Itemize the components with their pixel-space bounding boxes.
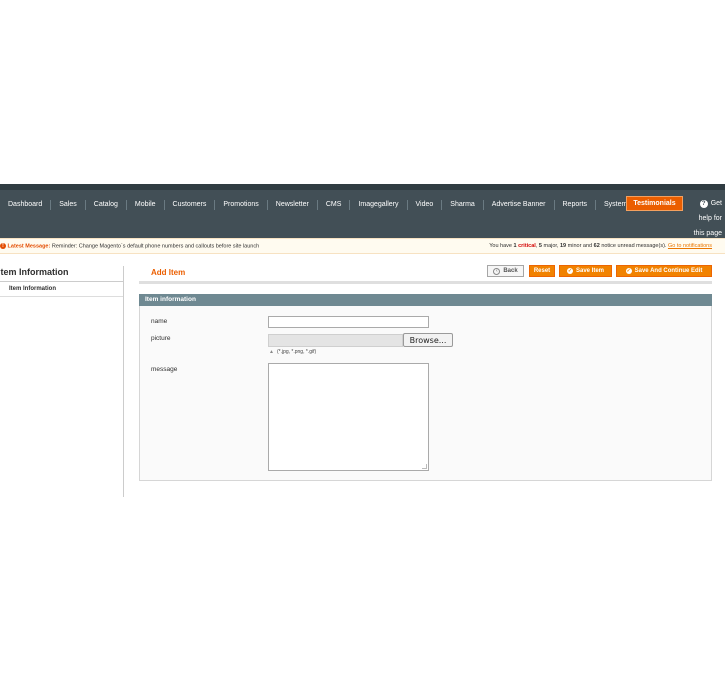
- picture-note-text: (*.jpg, *.png, *.gif): [276, 349, 317, 355]
- name-input[interactable]: [268, 316, 429, 328]
- tab-item-information[interactable]: Item Information: [9, 286, 56, 292]
- picture-label: picture: [151, 335, 171, 342]
- back-button[interactable]: ‹ Back: [487, 265, 524, 277]
- page-title: Add Item: [151, 268, 186, 277]
- message-label: message: [151, 366, 178, 373]
- header-divider: [139, 281, 712, 284]
- nav-item-cms[interactable]: CMS: [318, 200, 351, 210]
- nav-item-catalog[interactable]: Catalog: [86, 200, 127, 210]
- back-arrow-icon: ‹: [493, 267, 501, 275]
- nav-menu: Dashboard Sales Catalog Mobile Customers…: [0, 198, 635, 212]
- back-label: Back: [503, 268, 518, 274]
- sidebar-border: [123, 266, 124, 497]
- resize-grip-icon[interactable]: [422, 464, 427, 469]
- major-label: major,: [543, 243, 559, 249]
- sidebar-divider: [0, 281, 124, 282]
- name-label: name: [151, 318, 168, 325]
- nav-item-newsletter[interactable]: Newsletter: [268, 200, 318, 210]
- notification-prefix: You have: [489, 243, 512, 249]
- browse-button[interactable]: Browse...: [403, 333, 453, 347]
- save-and-continue-label: Save And Continue Edit: [634, 268, 703, 274]
- minor-label: minor and: [567, 243, 593, 249]
- nav-item-reports[interactable]: Reports: [555, 200, 597, 210]
- sidebar-title: Item Information: [0, 267, 69, 277]
- nav-item-sharma[interactable]: Sharma: [442, 200, 484, 210]
- nav-item-testimonials[interactable]: Testimonials: [626, 196, 683, 211]
- message-bar: ! Latest Message: Reminder: Change Magen…: [0, 238, 725, 254]
- caret-up-icon: ▲: [269, 349, 274, 355]
- help-icon: ?: [699, 200, 708, 208]
- warning-icon: !: [0, 243, 6, 249]
- minor-count: 19: [560, 243, 567, 249]
- message-textarea[interactable]: [268, 363, 429, 471]
- latest-message-text: Reminder: Change Magento`s default phone…: [51, 243, 260, 250]
- nav-item-dashboard[interactable]: Dashboard: [0, 200, 52, 210]
- save-and-continue-button[interactable]: ✓ Save And Continue Edit: [616, 265, 712, 277]
- nav-item-imagegallery[interactable]: Imagegallery: [350, 200, 408, 210]
- latest-message-label: Latest Message:: [7, 243, 51, 250]
- save-item-button[interactable]: ✓ Save Item: [559, 265, 612, 277]
- reset-button[interactable]: Reset: [529, 265, 555, 277]
- help-link[interactable]: ? Get help for this page: [686, 196, 722, 241]
- major-count: 5: [538, 243, 542, 249]
- critical-label: critical: [518, 243, 536, 249]
- sidebar-tab-divider: [0, 296, 124, 297]
- nav-item-advertise-banner[interactable]: Advertise Banner: [484, 200, 555, 210]
- go-to-notifications-link[interactable]: Go to notifications: [668, 243, 712, 249]
- check-icon: ✓: [566, 268, 573, 274]
- notification-summary: You have 1 critical, 5 major, 19 minor a…: [489, 243, 712, 249]
- notice-count: 62: [593, 243, 600, 249]
- critical-count: 1: [513, 243, 517, 249]
- picture-file-field[interactable]: [268, 334, 403, 347]
- latest-message: ! Latest Message: Reminder: Change Magen…: [0, 243, 259, 249]
- fieldset-legend: Item information: [139, 294, 712, 306]
- nav-item-customers[interactable]: Customers: [165, 200, 216, 210]
- save-item-label: Save Item: [575, 268, 605, 274]
- nav-item-mobile[interactable]: Mobile: [127, 200, 165, 210]
- nav-item-video[interactable]: Video: [408, 200, 443, 210]
- check-icon: ✓: [625, 268, 632, 274]
- notice-label: notice unread message(s).: [601, 243, 667, 249]
- nav-item-promotions[interactable]: Promotions: [215, 200, 268, 210]
- picture-note: ▲ (*.jpg, *.png, *.gif): [269, 349, 316, 355]
- help-text: Get help for this page: [693, 200, 722, 237]
- main-navigation: Dashboard Sales Catalog Mobile Customers…: [0, 184, 725, 238]
- nav-item-sales[interactable]: Sales: [51, 200, 86, 210]
